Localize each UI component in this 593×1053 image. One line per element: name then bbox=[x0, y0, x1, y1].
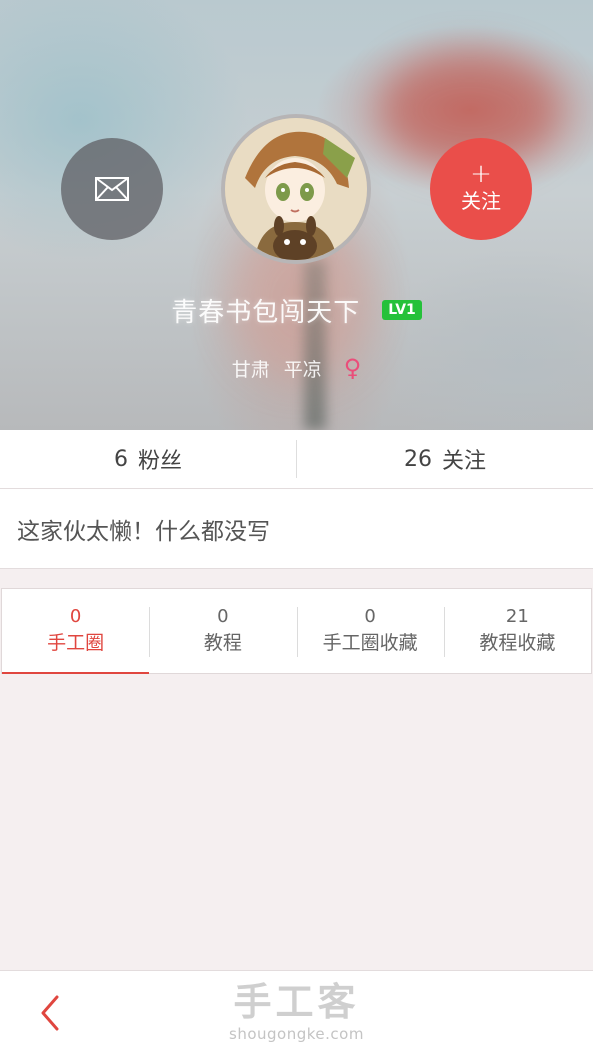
tab-count: 0 bbox=[69, 606, 82, 627]
profile-header: + 关注 青春书包闯天下 LV1 甘肃 平凉 ♀ bbox=[0, 0, 593, 430]
plus-icon: + bbox=[470, 159, 492, 189]
tab-label: 手工圈收藏 bbox=[322, 632, 418, 654]
tab-count: 0 bbox=[217, 606, 229, 627]
brand-url: shougongke.com bbox=[229, 1025, 364, 1043]
follow-button-label: 关注 bbox=[461, 189, 501, 213]
nickname: 青春书包闯天下 bbox=[171, 297, 361, 328]
bottom-bar: 手工客 shougongke.com bbox=[0, 970, 593, 1053]
background-blur-shape bbox=[304, 260, 326, 430]
stats-bar: 6 粉丝 26 关注 bbox=[0, 430, 593, 489]
tab-tutorial-favorites[interactable]: 21 教程收藏 bbox=[443, 589, 591, 673]
following-count: 26 bbox=[403, 446, 432, 472]
follow-button[interactable]: + 关注 bbox=[430, 138, 532, 240]
female-icon: ♀ bbox=[343, 354, 362, 382]
tab-label: 教程 bbox=[203, 632, 242, 654]
level-badge: LV1 bbox=[382, 300, 422, 320]
fans-count: 6 bbox=[113, 446, 128, 472]
brand-logo: 手工客 shougongke.com bbox=[0, 979, 593, 1043]
nickname-row: 青春书包闯天下 LV1 bbox=[0, 288, 593, 332]
tab-count: 0 bbox=[364, 606, 376, 627]
following-stat[interactable]: 26 关注 bbox=[297, 430, 593, 488]
location-row: 甘肃 平凉 ♀ bbox=[0, 352, 593, 384]
tab-label: 手工圈 bbox=[47, 632, 105, 654]
province-label: 甘肃 bbox=[231, 358, 270, 381]
tab-handcraft-favorites[interactable]: 0 手工圈收藏 bbox=[296, 589, 444, 673]
tab-handcraft-circle[interactable]: 0 手工圈 bbox=[2, 589, 150, 674]
brand-name: 手工客 bbox=[233, 980, 360, 1024]
fans-stat[interactable]: 6 粉丝 bbox=[0, 430, 296, 488]
avatar[interactable] bbox=[221, 114, 371, 264]
fans-label: 粉丝 bbox=[137, 449, 182, 474]
message-button[interactable] bbox=[61, 138, 163, 240]
back-button[interactable] bbox=[30, 991, 70, 1035]
tab-label: 教程收藏 bbox=[479, 632, 556, 654]
envelope-icon bbox=[95, 177, 129, 201]
profile-tabs: 0 手工圈 0 教程 0 手工圈收藏 21 教程收藏 bbox=[1, 588, 592, 674]
tab-content-empty bbox=[0, 674, 593, 970]
bio-text: 这家伙太懒！什么都没写 bbox=[0, 489, 593, 569]
city-label: 平凉 bbox=[283, 358, 322, 381]
chevron-left-icon bbox=[41, 995, 59, 1031]
tab-tutorials[interactable]: 0 教程 bbox=[149, 589, 296, 673]
tab-count: 21 bbox=[505, 606, 529, 627]
following-label: 关注 bbox=[441, 449, 486, 474]
anime-girl-avatar bbox=[225, 118, 367, 260]
